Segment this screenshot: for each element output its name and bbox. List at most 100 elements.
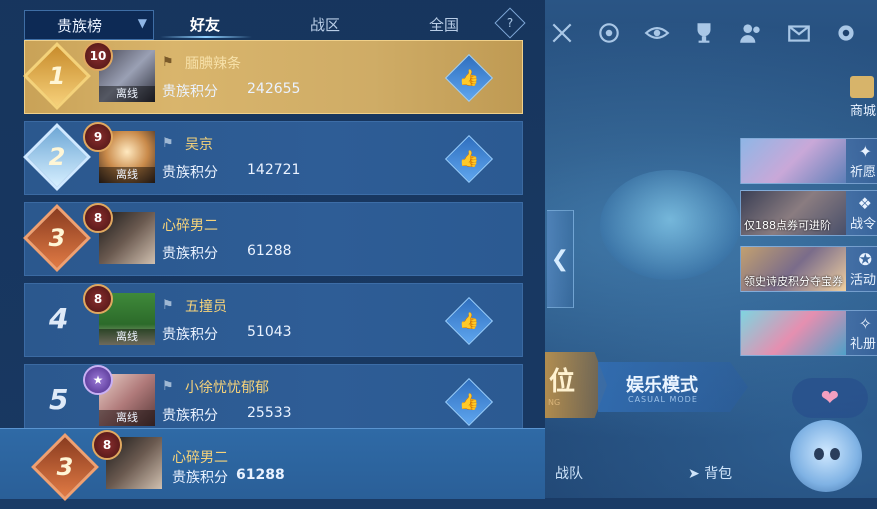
leaderboard-row[interactable]: 2 离线 9 ⚑ 吴京 贵族积分 142721 👍 [23, 121, 523, 195]
gift-banner [741, 311, 846, 355]
like-button[interactable]: 👍 [444, 377, 494, 427]
score-value: 142721 [247, 162, 301, 178]
like-button[interactable]: 👍 [444, 296, 494, 346]
score-label: 贵族积分 [162, 246, 218, 262]
rank-badge: 3 [23, 204, 91, 272]
chevron-left-icon: ❮ [550, 246, 570, 272]
player-name: 五撞员 [185, 299, 227, 315]
active-tab-indicator [160, 36, 252, 38]
mail-icon[interactable] [782, 16, 815, 50]
flag-icon: ⚑ [162, 379, 174, 394]
casual-mode-button[interactable]: 娱乐模式 CASUAL MODE [598, 362, 748, 412]
menu-caption: 领史诗皮积分夺宝券 [744, 275, 843, 288]
player-name: 腼腆辣条 [185, 56, 241, 72]
selector-label: 贵族榜 [57, 16, 103, 35]
bag-icon: ➤ [688, 466, 700, 482]
wish-icon: ✦ [858, 142, 872, 161]
ranked-mode-button[interactable]: 位 [545, 352, 607, 418]
rank-badge: 2 [23, 123, 91, 191]
tab-national[interactable]: 全国 [429, 14, 459, 35]
team-button[interactable]: 战队 [555, 463, 583, 483]
menu-row-wish[interactable]: ✦ 祈愿 [740, 138, 877, 184]
leaderboard-row[interactable]: 1 离线 10 ⚑ 腼腆辣条 贵族积分 242655 👍 [23, 40, 523, 114]
flag-icon: ⚑ [162, 55, 174, 70]
offline-tag: 离线 [99, 167, 155, 183]
chevron-down-icon: ▼ [137, 16, 147, 30]
menu-row-event[interactable]: 领史诗皮积分夺宝券 ✪ 活动 [740, 246, 877, 292]
menu-caption: 仅188点券可进阶 [744, 219, 831, 232]
noble-level-badge: 10 [83, 41, 113, 71]
offline-tag: 离线 [99, 410, 155, 426]
leaderboard-row[interactable]: 4 离线 8 ⚑ 五撞员 贵族积分 51043 👍 [24, 283, 523, 357]
score-label: 贵族积分 [162, 84, 218, 100]
noble-level-badge: ★ [83, 365, 113, 395]
thumbs-up-icon: 👍 [459, 311, 479, 330]
leaderboard-panel: 贵族榜 ▼ 好友 战区 全国 ? 1 离线 10 ⚑ 腼腆辣条 贵族积分 242… [0, 0, 545, 501]
my-rank-bar: 3 8 心碎男二 贵族积分 61288 [0, 428, 545, 501]
player-name: 心碎男二 [162, 218, 218, 234]
offline-tag: 离线 [99, 329, 155, 345]
mascot-avatar[interactable] [790, 420, 862, 492]
tab-region[interactable]: 战区 [310, 14, 340, 35]
menu-side-label: 战令 [849, 217, 876, 232]
top-icon-bar [545, 8, 877, 58]
menu-side-label: 活动 [849, 273, 876, 288]
flag-icon: ⚑ [162, 136, 174, 151]
like-button[interactable]: 👍 [444, 53, 494, 103]
pass-icon: ❖ [857, 194, 872, 213]
thumbs-up-icon: 👍 [459, 68, 479, 87]
background-creature [600, 170, 740, 280]
ranked-mode-sub: NG [548, 398, 561, 407]
my-noble-level-badge: 8 [92, 430, 122, 460]
tab-friends[interactable]: 好友 [190, 14, 220, 35]
event-icon: ✪ [858, 250, 872, 269]
score-label: 贵族积分 [162, 327, 218, 343]
menu-side-label: 礼册 [849, 337, 876, 352]
collapse-panel-button[interactable]: ❮ [547, 210, 574, 308]
settings-gear-icon[interactable] [830, 16, 863, 50]
leaderboard-row[interactable]: 3 8 心碎男二 贵族积分 61288 [23, 202, 523, 276]
my-player-name: 心碎男二 [172, 450, 228, 466]
my-score-label: 贵族积分 [172, 470, 228, 486]
spiral-icon[interactable] [592, 16, 625, 50]
heart-icon: ❤ [820, 385, 840, 411]
my-score-value: 61288 [236, 467, 285, 483]
friends-icon[interactable] [735, 16, 768, 50]
rank-number: 4 [49, 302, 69, 335]
menu-row-pass[interactable]: 仅188点券可进阶 ❖ 战令 [740, 190, 877, 236]
bag-label: 背包 [704, 466, 733, 482]
eye-icon[interactable] [640, 16, 673, 50]
rank-badge: 1 [23, 42, 91, 110]
trophy-icon[interactable] [687, 16, 720, 50]
shop-label[interactable]: 商城 [850, 100, 876, 119]
rank-number: 5 [49, 383, 69, 416]
thumbs-up-icon: 👍 [459, 392, 479, 411]
ranked-mode-label: 位 [549, 367, 576, 397]
noble-level-badge: 8 [83, 284, 113, 314]
bag-button[interactable]: ➤ 背包 [688, 463, 732, 483]
flag-icon: ⚑ [162, 298, 174, 313]
swords-icon[interactable] [545, 16, 578, 50]
gift-icon: ✧ [858, 314, 872, 333]
leaderboard-type-selector[interactable]: 贵族榜 ▼ [24, 10, 154, 40]
my-rank-badge: 3 [31, 433, 99, 501]
player-name: 小徐忧忧郁郁 [185, 380, 269, 396]
leaderboard-row[interactable]: 5 离线 ★ ⚑ 小徐忧忧郁郁 贵族积分 25533 👍 [24, 364, 523, 430]
help-icon[interactable]: ? [494, 7, 526, 39]
player-name: 吴京 [185, 137, 213, 153]
leaderboard-tabs: 贵族榜 ▼ 好友 战区 全国 ? [0, 0, 545, 40]
score-value: 51043 [247, 324, 292, 340]
like-button[interactable]: 👍 [444, 134, 494, 184]
wish-banner [741, 139, 846, 183]
heart-bubble[interactable]: ❤ [792, 378, 868, 418]
offline-tag: 离线 [99, 86, 155, 102]
noble-level-badge: 9 [83, 122, 113, 152]
score-value: 242655 [247, 81, 301, 97]
menu-row-gift[interactable]: ✧ 礼册 [740, 310, 877, 356]
thumbs-up-icon: 👍 [459, 149, 479, 168]
score-label: 贵族积分 [162, 408, 218, 424]
mascot-eye [814, 448, 824, 460]
score-value: 25533 [247, 405, 292, 421]
mascot-eye [830, 448, 840, 460]
shop-icon[interactable] [850, 76, 874, 98]
